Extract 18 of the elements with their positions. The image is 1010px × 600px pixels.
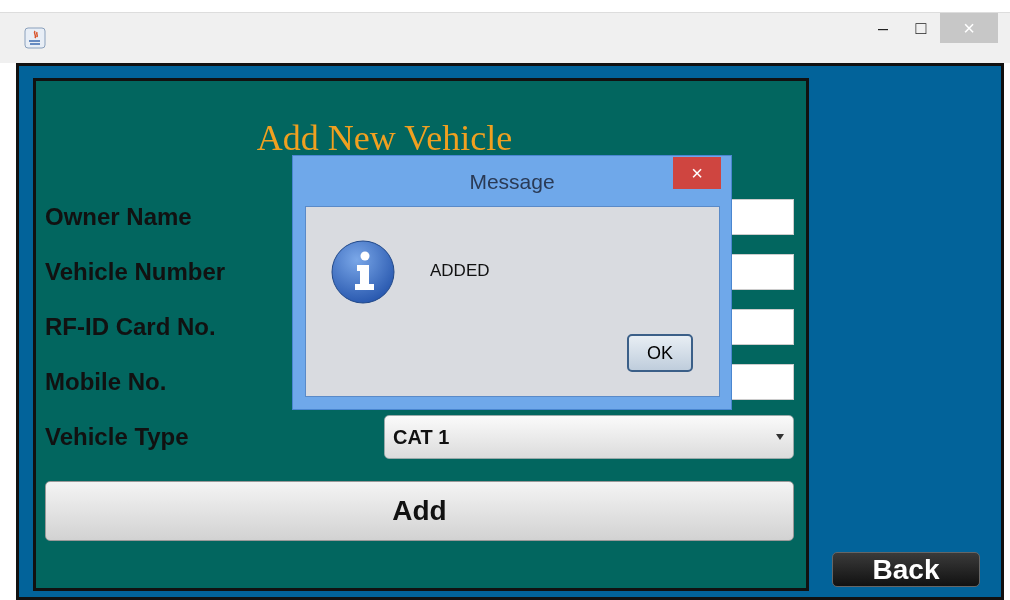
maximize-button[interactable]: □ [902,13,940,43]
app-icon [24,27,46,49]
dialog-title: Message [469,170,555,194]
field-label: Vehicle Type [45,423,189,451]
caret-icon [775,433,785,441]
form-title: Add New Vehicle [255,117,514,159]
close-button[interactable]: × [673,157,721,189]
field-label: RF-ID Card No. [45,313,216,341]
minimize-button[interactable]: – [864,13,902,43]
info-icon [330,238,396,305]
dropdown-field[interactable]: CAT 1 [384,415,794,459]
back-button[interactable]: Back [832,552,980,587]
field-label: Mobile No. [45,368,167,396]
field-label: Vehicle Number [45,258,226,286]
dialog-message: ADDED [430,260,490,281]
field-label: Owner Name [45,203,192,231]
add-button[interactable]: Add [45,481,794,541]
ok-button[interactable]: OK [627,334,693,372]
